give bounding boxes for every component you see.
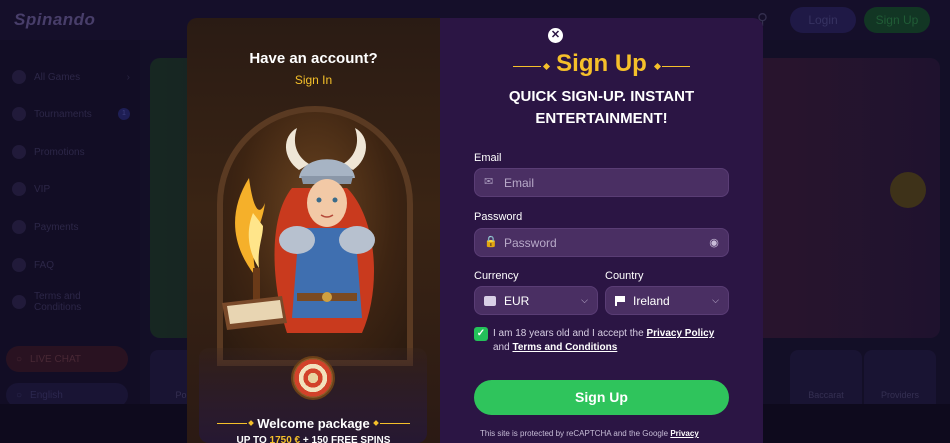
eye-icon[interactable]: ◉ <box>700 236 728 249</box>
country-value: Ireland <box>633 293 670 308</box>
chevron-down-icon: ⌵ <box>712 295 719 305</box>
email-label: Email <box>474 152 502 164</box>
privacy-policy-link[interactable]: Privacy Policy <box>646 328 714 339</box>
signup-modal: Have an account? Sign In Welcome package… <box>187 18 763 443</box>
offer-amount: 1750 € <box>269 435 301 443</box>
country-label: Country <box>605 270 644 282</box>
sign-in-link[interactable]: Sign In <box>187 73 440 87</box>
currency-label: Currency <box>474 270 519 282</box>
flag-icon <box>615 295 625 306</box>
have-account-heading: Have an account? <box>249 50 378 67</box>
target-icon <box>291 356 335 400</box>
close-icon[interactable]: ✕ <box>548 28 563 43</box>
terms-text-part: I am 18 years old and I accept the <box>493 328 647 339</box>
signup-form-panel: Sign Up QUICK SIGN-UP. INSTANT ENTERTAIN… <box>440 18 763 443</box>
terms-conditions-link[interactable]: Terms and Conditions <box>512 342 617 353</box>
email-field[interactable]: ✉ <box>474 168 729 197</box>
envelope-icon: ✉ <box>484 176 494 188</box>
viking-character-illustration <box>222 128 375 333</box>
chevron-down-icon: ⌵ <box>581 295 588 305</box>
email-input[interactable] <box>504 175 728 190</box>
terms-text-part: and <box>493 342 513 353</box>
recaptcha-notice: This site is protected by reCAPTCHA and … <box>480 429 740 438</box>
password-input[interactable] <box>504 235 693 250</box>
lock-icon: 🔒 <box>484 236 498 248</box>
promo-panel: Have an account? Sign In Welcome package… <box>187 18 440 443</box>
password-label: Password <box>474 211 523 223</box>
country-select[interactable]: Ireland ⌵ <box>605 286 729 315</box>
currency-icon <box>484 295 496 306</box>
terms-checkbox[interactable]: ✓ <box>474 327 488 341</box>
currency-select[interactable]: EUR ⌵ <box>474 286 598 315</box>
signup-title: Sign Up <box>556 50 647 77</box>
title-decoration-right <box>662 66 690 67</box>
signup-subtitle: QUICK SIGN-UP. INSTANT ENTERTAINMENT! <box>508 88 695 127</box>
google-privacy-link[interactable]: Privacy <box>670 429 698 438</box>
password-field[interactable]: 🔒 ◉ <box>474 228 729 257</box>
signup-submit-button[interactable]: Sign Up <box>474 380 729 415</box>
welcome-package-title: Welcome package <box>257 416 370 431</box>
welcome-offer-text: UP TO 1750 € + 150 FREE SPINS <box>187 435 440 443</box>
currency-value: EUR <box>504 293 530 308</box>
offer-suffix: + 150 FREE SPINS <box>300 435 391 443</box>
recaptcha-text: This site is protected by reCAPTCHA and … <box>480 429 671 438</box>
offer-prefix: UP TO <box>236 435 270 443</box>
terms-text: I am 18 years old and I accept the Priva… <box>493 327 733 355</box>
